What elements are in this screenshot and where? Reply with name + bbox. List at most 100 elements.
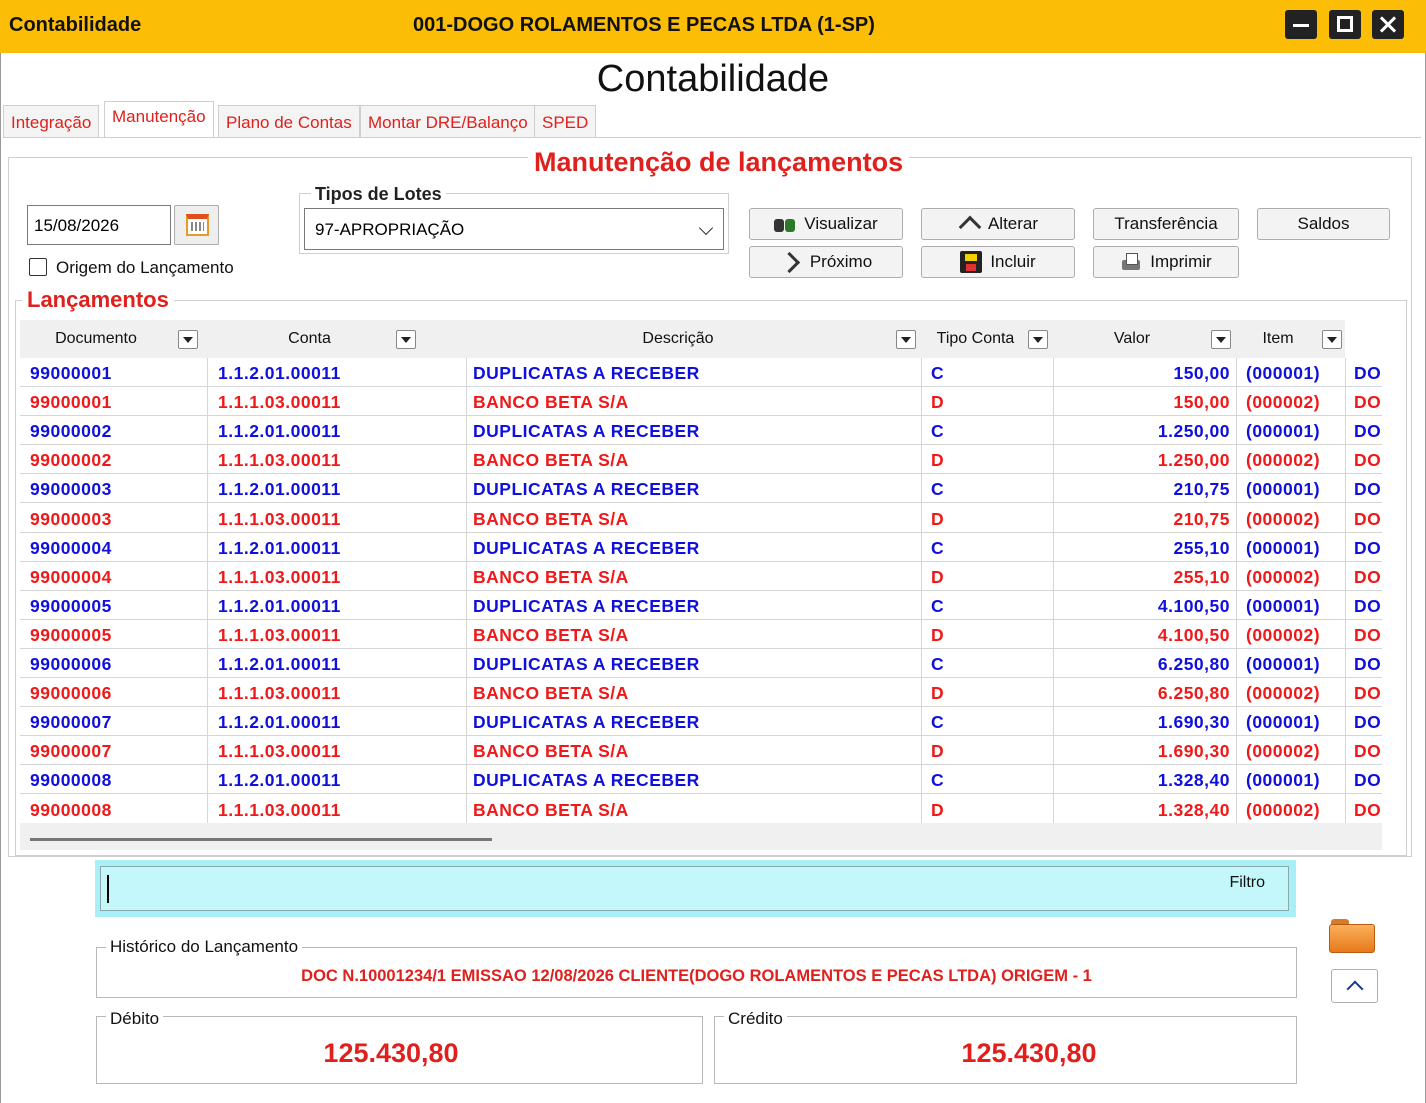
filter-dropdown-icon[interactable] [178,330,198,349]
cell-documento: 99000002 [30,421,112,442]
table-row[interactable]: 99000008 1.1.1.03.00011 BANCO BETA S/A D 1.3… [20,795,1382,824]
tab-plano-de-contas[interactable]: Plano de Contas [218,105,360,137]
maximize-icon[interactable] [1329,10,1361,39]
table-row[interactable]: 99000008 1.1.2.01.00011 DUPLICATAS A RECEB… [20,765,1382,795]
tabs-divider [3,137,1421,138]
folder-icon[interactable] [1329,915,1375,953]
filter-input[interactable]: Filtro [100,866,1289,911]
table-row[interactable]: 99000002 1.1.2.01.00011 DUPLICATAS A RECEB… [20,416,1382,446]
section-title: Manutenção de lançamentos [528,147,910,178]
tab-integracao[interactable]: Integração [3,105,100,137]
filter-dropdown-icon[interactable] [896,330,916,349]
cell-extra: DO [1354,741,1382,762]
cell-documento: 99000007 [30,741,112,762]
cell-extra: DO [1354,479,1382,500]
lotes-selected-value: 97-APROPRIAÇÃO [315,220,465,239]
cell-valor: 255,10 [1173,537,1230,558]
header-item[interactable]: Item [1236,320,1320,358]
cell-extra: DO [1354,363,1382,383]
table-row[interactable]: 99000006 1.1.1.03.00011 BANCO BETA S/A D 6.2… [20,678,1382,708]
historico-title: Histórico do Lançamento [106,937,303,957]
cell-documento: 99000006 [30,683,112,704]
table-row[interactable]: 99000005 1.1.1.03.00011 BANCO BETA S/A D 4.1… [20,620,1382,649]
cell-descricao: DUPLICATAS A RECEBER [473,770,700,791]
cell-valor: 1.690,30 [1157,741,1230,762]
filter-dropdown-icon[interactable] [1322,330,1342,349]
header-tipo-conta[interactable]: Tipo Conta [921,320,1030,358]
table-row[interactable]: 99000004 1.1.2.01.00011 DUPLICATAS A RECEB… [20,533,1382,562]
table-row[interactable]: 99000005 1.1.2.01.00011 DUPLICATAS A RECEB… [20,591,1382,620]
visualizar-button[interactable]: Visualizar [749,208,903,240]
cell-item: (000001) [1246,537,1321,558]
saldos-label: Saldos [1297,214,1350,233]
cell-tipo-conta: D [931,683,945,704]
date-field[interactable]: 15/08/2026 [27,205,171,245]
cell-item: (000001) [1246,712,1321,733]
cell-descricao: DUPLICATAS A RECEBER [473,712,700,733]
cell-descricao: DUPLICATAS A RECEBER [473,421,700,442]
cell-extra: DO [1354,508,1382,529]
cell-tipo-conta: C [931,479,945,500]
historico-text: DOC N.10001234/1 EMISSAO 12/08/2026 CLIE… [301,967,1092,985]
cell-valor: 6.250,80 [1157,683,1230,704]
cell-conta: 1.1.2.01.00011 [218,770,341,791]
alterar-button[interactable]: Alterar [921,208,1075,240]
cell-extra: DO [1354,566,1382,587]
cell-descricao: BANCO BETA S/A [473,450,629,471]
lotes-select[interactable]: 97-APROPRIAÇÃO [304,208,724,250]
table-row[interactable]: 99000003 1.1.1.03.00011 BANCO BETA S/A D 210… [20,504,1382,533]
table-row[interactable]: 99000001 1.1.1.03.00011 BANCO BETA S/A D 150… [20,387,1382,417]
header-documento[interactable]: Documento [20,320,172,358]
header-valor[interactable]: Valor [1053,320,1211,358]
cell-tipo-conta: C [931,363,945,383]
table-row[interactable]: 99000006 1.1.2.01.00011 DUPLICATAS A RECEB… [20,649,1382,678]
tab-manutencao[interactable]: Manutenção [104,101,214,137]
imprimir-button[interactable]: Imprimir [1093,246,1239,278]
filter-dropdown-icon[interactable] [1211,330,1231,349]
cell-conta: 1.1.2.01.00011 [218,537,341,558]
minimize-icon[interactable] [1285,10,1317,39]
cell-item: (000002) [1246,508,1321,529]
origem-checkbox[interactable] [29,258,47,276]
table-row[interactable]: 99000003 1.1.2.01.00011 DUPLICATAS A RECEB… [20,474,1382,504]
tab-montar-dre[interactable]: Montar DRE/Balanço [360,105,536,137]
cell-conta: 1.1.1.03.00011 [218,392,341,413]
table-row[interactable]: 99000007 1.1.2.01.00011 DUPLICATAS A RECEB… [20,707,1382,737]
header-conta[interactable]: Conta [207,320,412,358]
proximo-button[interactable]: Próximo [749,246,903,278]
cell-tipo-conta: C [931,421,945,442]
table-row[interactable]: 99000004 1.1.1.03.00011 BANCO BETA S/A D 255… [20,562,1382,591]
company-title: 001-DOGO ROLAMENTOS E PECAS LTDA (1-SP) [413,14,875,36]
saldos-button[interactable]: Saldos [1257,208,1390,240]
cell-descricao: DUPLICATAS A RECEBER [473,479,700,500]
calendar-icon [186,214,209,236]
incluir-button[interactable]: Incluir [921,246,1075,278]
lancamentos-grid[interactable]: Documento Conta Descrição Tipo Conta Val… [20,320,1382,850]
cell-valor: 6.250,80 [1157,654,1230,674]
table-row[interactable]: 99000002 1.1.1.03.00011 BANCO BETA S/A D 1.2… [20,445,1382,475]
cell-tipo-conta: D [931,508,945,529]
table-row[interactable]: 99000001 1.1.2.01.00011 DUPLICATAS A RECEB… [20,358,1382,387]
filter-dropdown-icon[interactable] [396,330,416,349]
table-row[interactable]: 99000007 1.1.1.03.00011 BANCO BETA S/A D 1.6… [20,736,1382,766]
cell-item: (000001) [1246,421,1321,442]
header-descricao[interactable]: Descrição [424,320,932,358]
cell-documento: 99000003 [30,508,112,529]
transferencia-button[interactable]: Transferência [1093,208,1239,240]
debito-label: Débito [106,1009,164,1029]
title-bar: Contabilidade 001-DOGO ROLAMENTOS E PECA… [0,0,1426,53]
calendar-button[interactable] [174,205,219,245]
cell-tipo-conta: D [931,450,945,471]
horizontal-scrollbar[interactable] [20,823,1382,850]
app-title: Contabilidade [9,14,142,36]
cell-documento: 99000007 [30,712,112,733]
scroll-up-button[interactable] [1331,969,1378,1003]
cell-documento: 99000002 [30,450,112,471]
scrollbar-thumb[interactable] [30,838,492,841]
cell-item: (000002) [1246,799,1321,820]
close-icon[interactable] [1372,10,1404,39]
column-divider [466,358,467,823]
tab-sped[interactable]: SPED [534,105,597,137]
cell-item: (000002) [1246,450,1321,471]
filter-dropdown-icon[interactable] [1028,330,1048,349]
